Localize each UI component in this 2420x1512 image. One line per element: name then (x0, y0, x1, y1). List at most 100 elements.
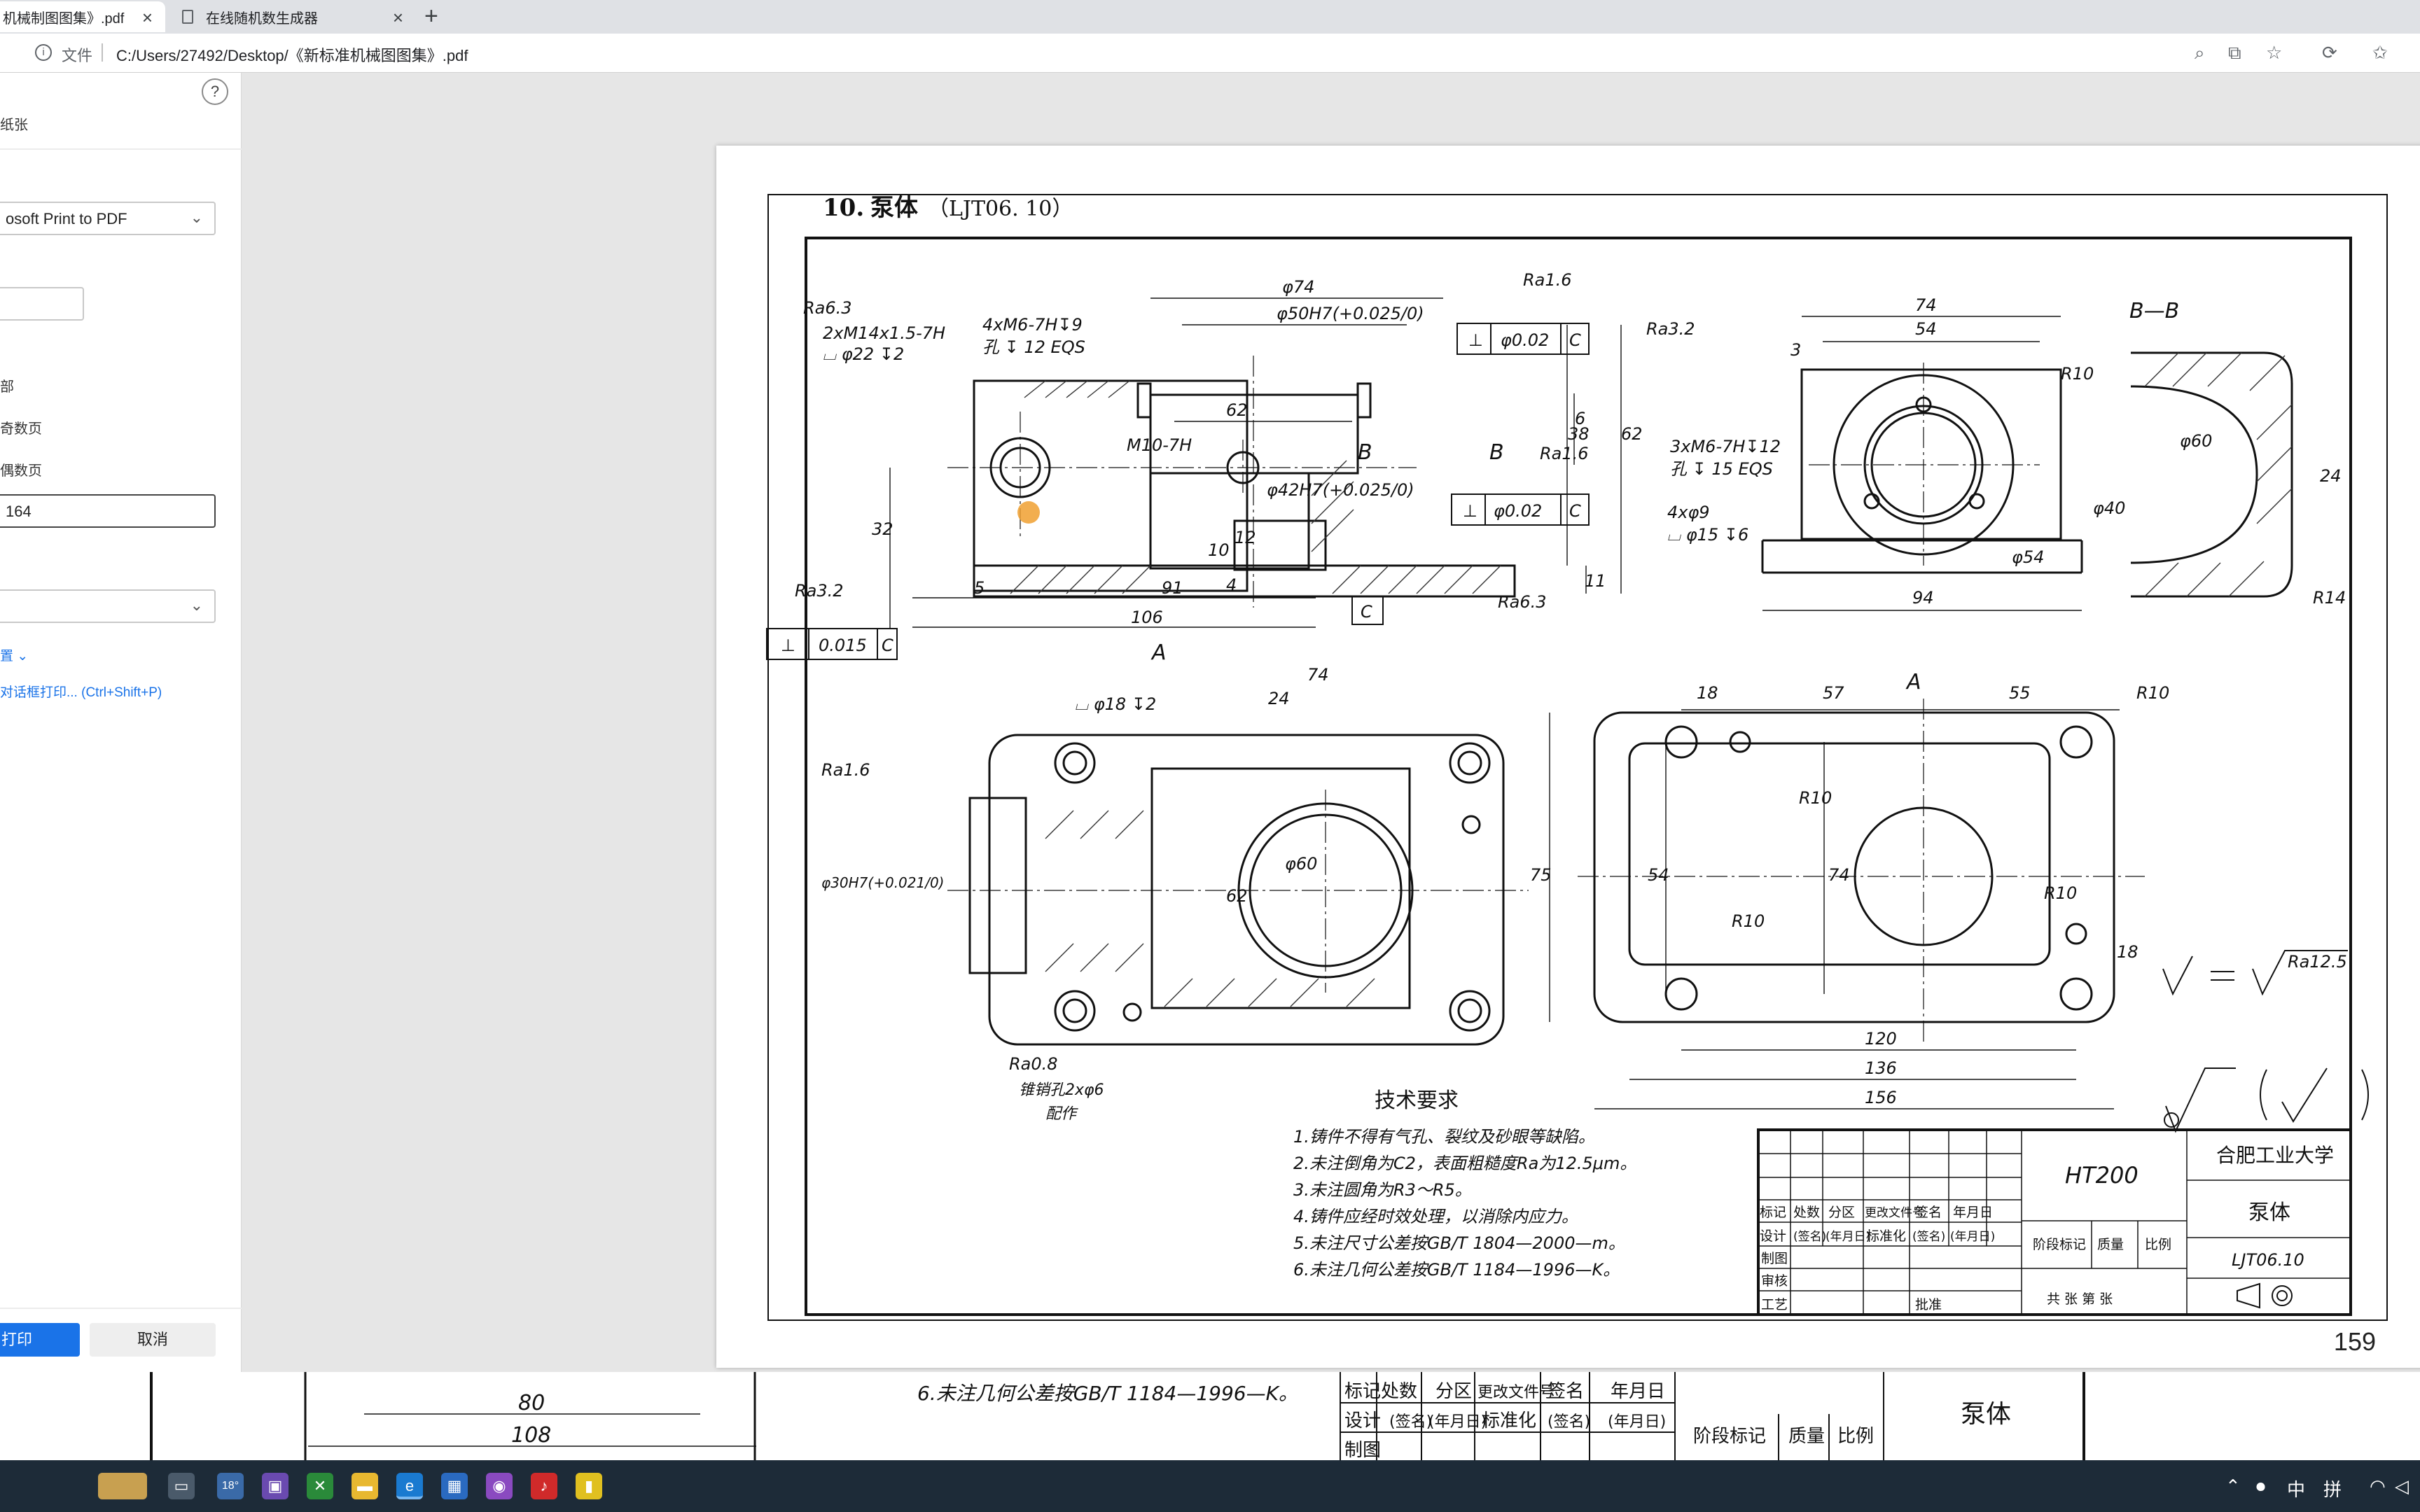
xbox-icon[interactable]: ✕ (307, 1473, 333, 1499)
datum-label: C (1361, 602, 1372, 622)
copies-input[interactable] (0, 287, 84, 321)
roughness-label: Ra12.5 (2288, 952, 2347, 972)
dim-text: 18 (2117, 942, 2139, 962)
top-dim-texts: 74 54 3 R10 3xM6-7H↧12 孔 ↧ 15 EQS 4xφ9 ⌴… (1667, 295, 2125, 608)
tray-chevron-up-icon[interactable]: ⌃ (2225, 1476, 2241, 1497)
pages-input[interactable]: 164 (0, 494, 216, 528)
tab-pdf-label: 机械制图图集》.pdf (3, 10, 125, 27)
microphone-icon[interactable]: ⏺ (2256, 1476, 2265, 1498)
folder-icon[interactable]: ▬ (352, 1473, 378, 1499)
heading-code: （LJT06. 10） (928, 197, 1073, 221)
scheme-label: 文件 (62, 47, 93, 64)
input-method-pinyin[interactable]: 拼 (2323, 1476, 2342, 1502)
dim-text: 156 (1865, 1088, 1897, 1107)
dim-text: R10 (2061, 364, 2094, 384)
favorites-icon[interactable]: ✩ (2372, 42, 2388, 64)
cancel-button[interactable]: 取消 (90, 1323, 216, 1357)
front-bore (1149, 393, 1359, 475)
system-dialog-link[interactable]: 对话框打印... (Ctrl+Shift+P) (0, 682, 162, 701)
thread-callout: 孔 ↧ 12 EQS (982, 337, 1085, 357)
view-a (1593, 711, 2115, 1023)
view-a-texts: 18 57 55 A R10 R10 R10 R10 75 54 74 18 1… (1530, 670, 2169, 1107)
pages-option-even[interactable]: 偶数页 (0, 459, 42, 479)
tb-cell: 比例 (1837, 1426, 1874, 1447)
reader-icon[interactable]: ⧉ (2228, 42, 2241, 64)
tab-random[interactable]: 在线随机数生成器 × (172, 1, 416, 32)
pages-option-all[interactable]: 部 (0, 375, 14, 396)
layout-select[interactable]: ⌄ (0, 589, 216, 623)
tab-random-label: 在线随机数生成器 (206, 10, 318, 27)
tb-cell: 更改文件号 (1477, 1384, 1555, 1401)
notes-app-icon[interactable]: ▮ (576, 1473, 602, 1499)
taskview-icon[interactable]: ▭ (168, 1473, 195, 1499)
top-centerlines (1809, 363, 2040, 566)
dim-text: φ60 (1285, 854, 1317, 874)
tol-value: φ0.02 (1501, 330, 1549, 350)
more-settings-link[interactable]: 置 ⌄ (0, 645, 28, 664)
print-button[interactable]: 打印 (0, 1323, 80, 1357)
photos-icon[interactable]: ◉ (486, 1473, 513, 1499)
tb-cell: 分区 (1828, 1205, 1855, 1220)
help-icon[interactable]: ? (202, 78, 228, 105)
tb-cell: 分区 (1435, 1381, 1472, 1402)
outer-frame (767, 194, 2388, 1321)
tech-req-item: 5.未注尺寸公差按GB/T 1804—2000—m。 (1293, 1233, 1625, 1253)
view-a-recess (1628, 742, 2051, 966)
tech-req-item: 1.铸件不得有气孔、裂纹及砂眼等缺陷。 (1293, 1127, 1595, 1147)
dim-text: 57 (1823, 683, 1844, 703)
new-tab-plus-icon[interactable]: + (424, 3, 438, 30)
view-a-plate (1593, 711, 2115, 1023)
tab-bar: 机械制图图集》.pdf × 在线随机数生成器 × + (0, 0, 2420, 34)
tech-req-item: 6.未注几何公差按GB/T 1184—1996—K。 (1293, 1260, 1620, 1280)
input-method-zh[interactable]: 中 (2287, 1476, 2305, 1502)
dim-text: 108 (511, 1423, 551, 1448)
tb-cell: 设计 (1760, 1228, 1786, 1244)
extensions-icon[interactable]: ⟳ (2322, 42, 2337, 64)
hole-callout: ⌴ φ15 ↧6 (1667, 525, 1748, 545)
close-icon[interactable]: × (393, 7, 403, 29)
store-icon[interactable]: ▦ (441, 1473, 468, 1499)
wifi-icon[interactable]: ◠ (2370, 1476, 2386, 1497)
chat-icon[interactable]: ▣ (262, 1473, 288, 1499)
tab-pdf[interactable]: 机械制图图集》.pdf × (0, 1, 165, 32)
plan-texts: 74 24 ⌴ φ18 ↧2 φ60 62 Ra1.6 φ30H7(+0.021… (821, 665, 1329, 1123)
tb-cell: 制图 (1761, 1251, 1788, 1266)
tb-cell: 工艺 (1761, 1297, 1788, 1312)
top-view (1761, 368, 2083, 574)
dim-text: 62 (1226, 400, 1248, 420)
close-icon[interactable]: × (142, 7, 153, 29)
tb-cell: 质量 (1788, 1426, 1825, 1447)
paper-title: 纸张 (0, 118, 28, 133)
printer-select[interactable]: osoft Print to PDF ⌄ (0, 202, 216, 235)
info-icon[interactable]: i (35, 44, 52, 61)
weather-icon[interactable]: 18° (217, 1473, 244, 1499)
printer-value: osoft Print to PDF (6, 210, 127, 227)
chevron-down-icon: ⌄ (190, 596, 203, 614)
music-app-icon[interactable]: ♪ (531, 1473, 557, 1499)
address-bar: i 文件 C:/Users/27492/Desktop/《新标准机械图图集》.p… (0, 34, 2420, 73)
favorite-star-icon[interactable]: ☆ (2266, 42, 2282, 64)
dim-text: 74 (1915, 295, 1937, 315)
divider (0, 148, 242, 150)
dim-text: φ60 (2180, 431, 2212, 451)
tap-left (1136, 382, 1152, 419)
dim-text: 10 (1208, 540, 1230, 560)
volume-icon[interactable]: ◁ (2395, 1476, 2409, 1497)
dim-text: R10 (1732, 911, 1765, 931)
url-field[interactable]: C:/Users/27492/Desktop/《新标准机械图图集》.pdf (116, 43, 468, 66)
hole-callout: 4xφ9 (1667, 503, 1710, 522)
dim-text: 54 (1915, 319, 1937, 339)
tb-cell: 共 张 第 张 (2047, 1292, 2113, 1307)
top-body (1800, 368, 2062, 540)
dim-text: 120 (1865, 1029, 1897, 1049)
dim-text: 18 (1697, 683, 1718, 703)
print-preview[interactable]: 10. 泵体 （LJT06. 10） φ74 φ50H7(+0.025/0) 6… (242, 73, 2420, 1372)
tb-cell: 标记 (1760, 1205, 1786, 1220)
zoom-icon[interactable]: ⌕ (2195, 42, 2205, 64)
edge-browser-icon[interactable]: e (396, 1473, 423, 1499)
weather-widget-icon[interactable] (98, 1473, 147, 1499)
weather-temp: 18° (221, 1480, 239, 1492)
tb-cell: 签名 (1915, 1205, 1942, 1220)
pages-option-odd[interactable]: 奇数页 (0, 417, 42, 438)
section-marker: A (1150, 640, 1167, 665)
